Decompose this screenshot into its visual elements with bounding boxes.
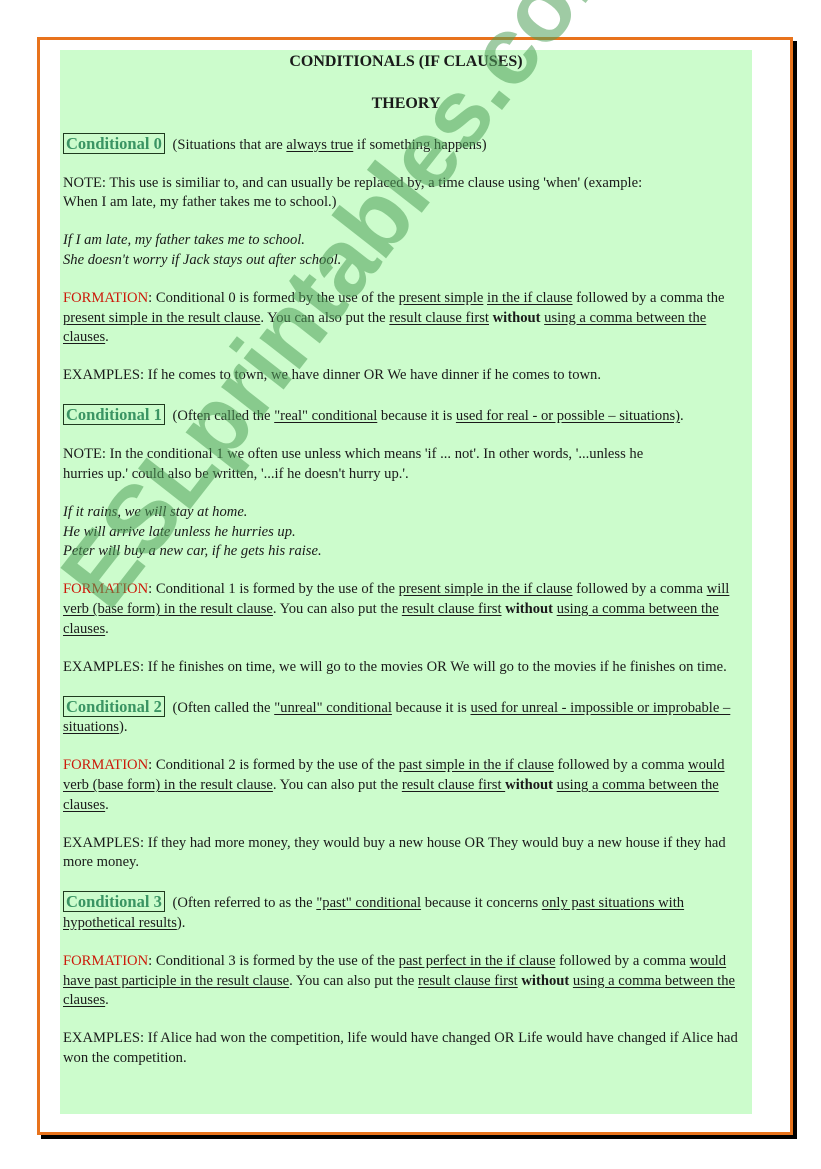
formation-paragraph: FORMATION: Conditional 3 is formed by th… [63, 952, 749, 1011]
intro-text: (Often called the [168, 699, 275, 716]
formation-text: . [105, 992, 109, 1009]
note-paragraph: NOTE: In the conditional 1 we often use … [63, 445, 749, 484]
formation-text: : Conditional 0 is formed by the use of … [148, 289, 399, 306]
bold-text: without [492, 309, 541, 326]
formation-paragraph: FORMATION: Conditional 0 is formed by th… [63, 289, 749, 348]
formation-text: . [105, 796, 109, 813]
underlined-text: present simple in the if clause [398, 581, 573, 598]
section-conditional-2: Conditional 2 (Often called the "unreal"… [63, 695, 749, 892]
example-sentences: If I am late, my father takes me to scho… [63, 231, 749, 270]
note-line: When I am late, my father takes me to sc… [63, 194, 337, 211]
examples-paragraph: EXAMPLES: If he finishes on time, we wil… [63, 658, 727, 675]
underlined-text: in the if clause [487, 289, 573, 306]
section-heading-row: Conditional 2 (Often called the "unreal"… [63, 695, 749, 738]
section-heading: Conditional 2 [63, 695, 165, 717]
formation-text: followed by a comma [553, 757, 689, 774]
formation-text: . You can also put the [289, 972, 419, 989]
formation-text: . You can also put the [272, 601, 402, 617]
formation-label: FORMATION [63, 953, 149, 970]
formation-text: : Conditional 1 is formed by the use of … [148, 581, 399, 598]
intro-text: ). [176, 915, 186, 932]
intro-text: (Often called the [168, 408, 275, 425]
formation-text: . [105, 620, 109, 637]
underlined-text: present simple in the result clause [63, 309, 261, 326]
underlined-text: "real" conditional [274, 408, 378, 425]
underlined-text: result clause first [401, 777, 506, 794]
examples-paragraph: EXAMPLES: If he comes to town, we have d… [63, 367, 602, 384]
formation-text: : Conditional 3 is formed by the use of … [148, 953, 399, 970]
formation-label: FORMATION [63, 757, 149, 774]
formation-paragraph: FORMATION: Conditional 1 is formed by th… [63, 580, 749, 639]
underlined-text: result clause first [418, 972, 518, 989]
underlined-text: result clause first [401, 601, 502, 617]
section-heading-row: Conditional 0 (Situations that are alway… [63, 132, 749, 156]
intro-text: because it concerns [421, 895, 542, 912]
underlined-text: result clause first [389, 309, 489, 326]
sections-container: Conditional 0 (Situations that are alway… [63, 132, 749, 1069]
examples-paragraph: EXAMPLES: If Alice had won the competiti… [63, 1030, 738, 1066]
underlined-text: "unreal" conditional [274, 699, 392, 716]
bold-text: without [505, 601, 554, 617]
formation-text: . You can also put the [272, 777, 402, 794]
underlined-text: always true [286, 136, 354, 153]
formation-text: followed by a comma [572, 581, 707, 598]
underlined-text: used for real - or possible – situations… [455, 408, 681, 425]
formation-text: . You can also put the [260, 309, 390, 326]
intro-text: (Situations that are [168, 136, 287, 153]
example-sentence: Peter will buy a new car, if he gets his… [63, 543, 322, 560]
underlined-text: "past" conditional [316, 895, 422, 912]
underlined-text: past perfect in the if clause [398, 953, 556, 970]
formation-paragraph: FORMATION: Conditional 2 is formed by th… [63, 756, 749, 815]
intro-text: because it is [377, 408, 456, 425]
page-subtitle: THEORY [371, 95, 441, 112]
note-line: hurries up.' could also be written, '...… [63, 466, 409, 483]
example-sentence: She doesn't worry if Jack stays out afte… [63, 251, 342, 268]
example-sentences: If it rains, we will stay at home. He wil… [63, 503, 749, 562]
intro-text: . [680, 408, 684, 425]
section-heading-row: Conditional 1 (Often called the "real" c… [63, 404, 749, 427]
note-paragraph: NOTE: This use is similiar to, and can u… [63, 174, 749, 213]
intro-text: ). [118, 719, 128, 736]
example-sentence: He will arrive late unless he hurries up… [63, 523, 296, 540]
formation-text: . [105, 329, 109, 346]
formation-text: followed by a comma [555, 953, 690, 970]
section-heading: Conditional 1 [63, 404, 165, 426]
formation-label: FORMATION [63, 289, 149, 306]
section-conditional-0: Conditional 0 (Situations that are alway… [63, 132, 749, 405]
bold-text: without [521, 972, 570, 989]
intro-text: (Often referred to as the [168, 895, 317, 912]
section-conditional-1: Conditional 1 (Often called the "real" c… [63, 404, 749, 695]
formation-text: : Conditional 2 is formed by the use of … [148, 757, 399, 774]
example-sentence: If I am late, my father takes me to scho… [63, 232, 305, 249]
section-heading: Conditional 0 [63, 132, 165, 154]
formation-text: followed by a comma the [572, 289, 725, 306]
section-conditional-3: Conditional 3 (Often referred to as the … [63, 891, 749, 1068]
section-heading-row: Conditional 3 (Often referred to as the … [63, 891, 749, 933]
example-sentence: If it rains, we will stay at home. [63, 504, 248, 521]
examples-paragraph: EXAMPLES: If they had more money, they w… [63, 834, 726, 871]
intro-text: because it is [391, 699, 471, 716]
note-line: NOTE: This use is similiar to, and can u… [63, 174, 643, 191]
worksheet-content: CONDITIONALS (IF CLAUSES) THEORY Conditi… [60, 50, 752, 1114]
bold-text: without [505, 777, 554, 794]
note-line: NOTE: In the conditional 1 we often use … [63, 446, 644, 463]
formation-label: FORMATION [63, 581, 149, 598]
underlined-text: present simple [398, 289, 484, 306]
section-heading: Conditional 3 [63, 891, 165, 913]
underlined-text: past simple in the if clause [398, 757, 554, 774]
intro-text: if something happens) [353, 136, 487, 153]
page-title: CONDITIONALS (IF CLAUSES) [289, 53, 523, 70]
